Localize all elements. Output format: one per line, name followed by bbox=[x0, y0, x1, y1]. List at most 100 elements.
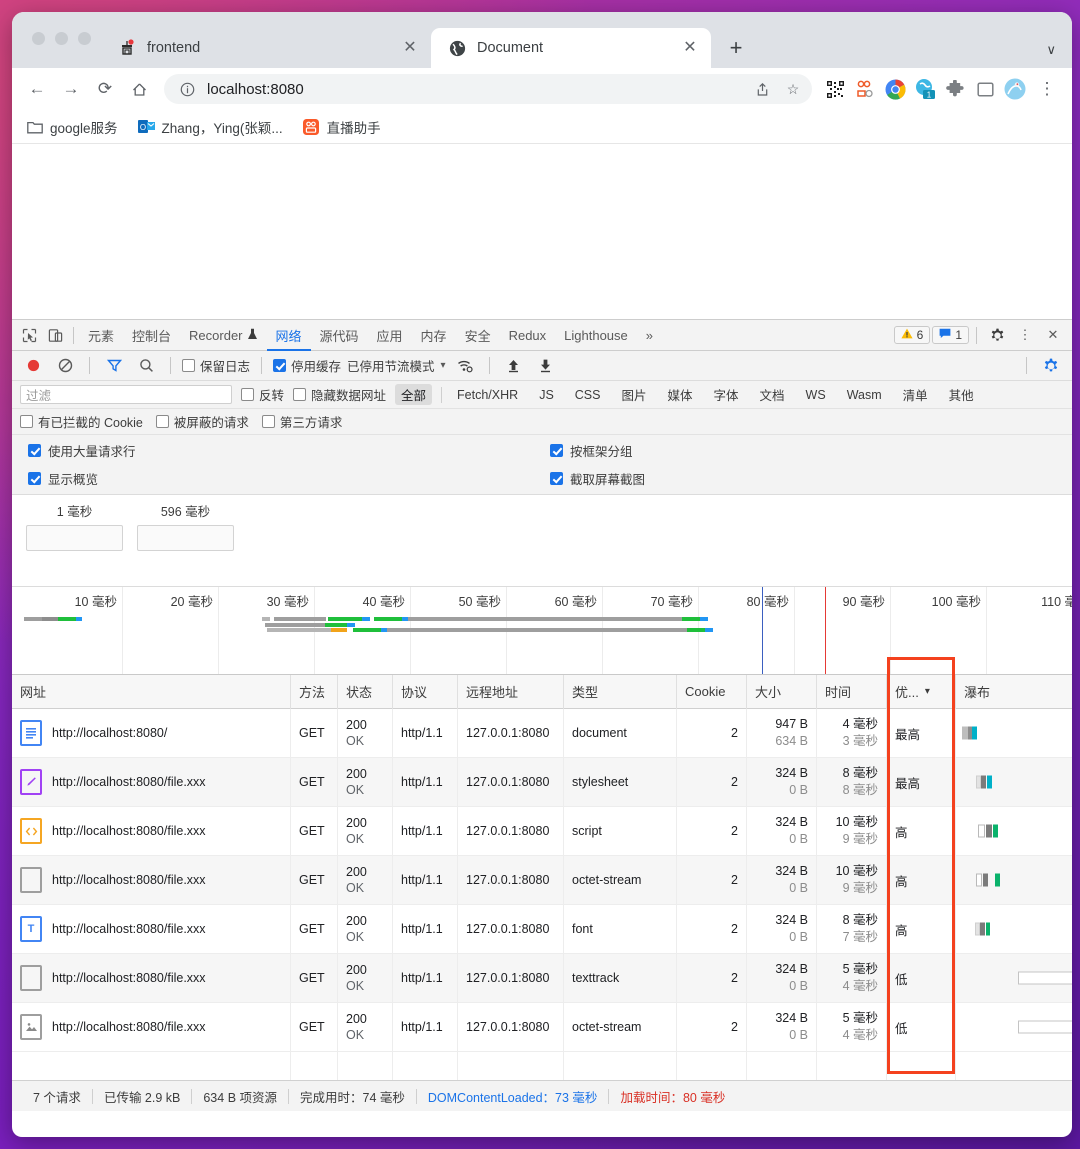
close-tab-icon[interactable]: ✕ bbox=[401, 39, 419, 57]
big-request-rows-checkbox[interactable]: 使用大量请求行 bbox=[28, 441, 542, 460]
sort-caret-icon[interactable]: ▾ bbox=[925, 686, 930, 697]
third-party-requests-checkbox[interactable]: 第三方请求 bbox=[261, 412, 342, 431]
devtools-more-icon[interactable]: ⋮ bbox=[1012, 322, 1038, 348]
column-header-cookie[interactable]: Cookie bbox=[677, 674, 747, 709]
cell-url[interactable]: http://localhost:8080/ bbox=[12, 709, 291, 757]
cell-waterfall[interactable] bbox=[956, 709, 1072, 757]
address-bar[interactable]: localhost:8080 ☆ bbox=[164, 74, 812, 104]
badge-extension-icon[interactable]: 1 bbox=[912, 76, 938, 102]
cell-url[interactable]: http://localhost:8080/file.xxx bbox=[12, 807, 291, 855]
filmstrip-frame[interactable]: 596 毫秒 bbox=[137, 501, 234, 551]
tab-search-caret-icon[interactable]: ∨ bbox=[1046, 42, 1056, 58]
upload-icon[interactable] bbox=[501, 353, 527, 379]
frame-thumbnail[interactable] bbox=[137, 525, 234, 551]
message-count-badge[interactable]: 1 bbox=[932, 326, 969, 344]
download-icon[interactable] bbox=[533, 353, 559, 379]
wifi-settings-icon[interactable] bbox=[452, 353, 478, 379]
bookmark-outlook-contact[interactable]: O Zhang，Ying(张颖... bbox=[137, 117, 283, 137]
table-row[interactable]: http://localhost:8080/file.xxx GET 200 OK… bbox=[12, 807, 1072, 856]
inspect-element-icon[interactable] bbox=[16, 322, 42, 348]
filter-type-ws[interactable]: WS bbox=[800, 387, 832, 403]
search-icon[interactable] bbox=[133, 353, 159, 379]
filter-type-wasm[interactable]: Wasm bbox=[841, 387, 888, 403]
table-row[interactable]: http://localhost:8080/file.xxx GET 200 OK… bbox=[12, 1003, 1072, 1052]
network-settings-gear-icon[interactable] bbox=[1038, 353, 1064, 379]
filter-type-css[interactable]: CSS bbox=[569, 387, 607, 403]
filter-type-media[interactable]: 媒体 bbox=[662, 384, 699, 405]
cell-waterfall[interactable] bbox=[956, 1003, 1072, 1051]
devtools-tab-sources[interactable]: 源代码 bbox=[311, 320, 368, 351]
column-header-size[interactable]: 大小 bbox=[747, 674, 817, 709]
browser-menu-icon[interactable]: ⋮ bbox=[1032, 74, 1062, 104]
column-header-remote-address[interactable]: 远程地址 bbox=[458, 674, 564, 709]
table-row[interactable]: T http://localhost:8080/file.xxx GET 200… bbox=[12, 905, 1072, 954]
share-icon[interactable] bbox=[751, 78, 773, 100]
screen-recorder-extension-icon[interactable] bbox=[852, 76, 878, 102]
invert-filter-checkbox[interactable]: 反转 bbox=[241, 385, 284, 404]
column-header-status[interactable]: 状态 bbox=[338, 674, 393, 709]
column-header-protocol[interactable]: 协议 bbox=[393, 674, 458, 709]
devtools-tab-elements[interactable]: 元素 bbox=[79, 320, 123, 351]
network-overview[interactable]: 10 毫秒 20 毫秒 30 毫秒 40 毫秒 50 毫秒 60 毫秒 70 毫… bbox=[12, 587, 1072, 675]
cell-waterfall[interactable] bbox=[956, 905, 1072, 953]
devtools-tab-recorder[interactable]: Recorder bbox=[180, 320, 266, 351]
devtools-close-icon[interactable]: ✕ bbox=[1040, 322, 1066, 348]
column-header-time[interactable]: 时间 bbox=[817, 674, 887, 709]
blocked-cookies-checkbox[interactable]: 有已拦截的 Cookie bbox=[20, 412, 143, 431]
filter-type-js[interactable]: JS bbox=[533, 387, 560, 403]
record-icon[interactable] bbox=[20, 353, 46, 379]
table-row[interactable]: http://localhost:8080/file.xxx GET 200 OK… bbox=[12, 758, 1072, 807]
cell-waterfall[interactable] bbox=[956, 758, 1072, 806]
table-row[interactable]: http://localhost:8080/file.xxx GET 200 OK… bbox=[12, 954, 1072, 1003]
browser-tab-frontend[interactable]: frontend ✕ bbox=[101, 28, 431, 68]
filter-type-img[interactable]: 图片 bbox=[615, 384, 652, 405]
frame-thumbnail[interactable] bbox=[26, 525, 123, 551]
minimize-window-button[interactable] bbox=[55, 31, 68, 45]
disable-cache-checkbox[interactable]: 停用缓存 bbox=[273, 356, 341, 375]
devtools-tab-network[interactable]: 网络 bbox=[267, 320, 311, 351]
column-header-priority[interactable]: 优... ▾ bbox=[887, 674, 956, 709]
forward-button[interactable]: → bbox=[56, 74, 86, 104]
filmstrip-frame[interactable]: 1 毫秒 bbox=[26, 501, 123, 551]
close-window-button[interactable] bbox=[32, 31, 45, 45]
bookmark-live-assistant[interactable]: 直播助手 bbox=[303, 117, 381, 137]
hide-data-urls-checkbox[interactable]: 隐藏数据网址 bbox=[293, 385, 386, 404]
cell-url[interactable]: http://localhost:8080/file.xxx bbox=[12, 758, 291, 806]
filter-type-other[interactable]: 其他 bbox=[943, 384, 980, 405]
bookmark-star-icon[interactable]: ☆ bbox=[782, 78, 804, 100]
cell-url[interactable]: http://localhost:8080/file.xxx bbox=[12, 954, 291, 1002]
back-button[interactable]: ← bbox=[22, 74, 52, 104]
site-info-icon[interactable] bbox=[176, 78, 198, 100]
side-panel-icon[interactable] bbox=[972, 76, 998, 102]
chrome-extension-icon[interactable] bbox=[882, 76, 908, 102]
browser-tab-document[interactable]: Document ✕ bbox=[431, 28, 711, 68]
filter-type-doc[interactable]: 文档 bbox=[754, 384, 791, 405]
preserve-log-checkbox[interactable]: 保留日志 bbox=[182, 356, 250, 375]
filter-input[interactable]: 过滤 bbox=[20, 385, 232, 404]
column-header-url[interactable]: 网址 bbox=[12, 674, 291, 709]
funnel-icon[interactable] bbox=[101, 353, 127, 379]
cell-url[interactable]: http://localhost:8080/file.xxx bbox=[12, 856, 291, 904]
cell-url[interactable]: http://localhost:8080/file.xxx bbox=[12, 1003, 291, 1051]
maximize-window-button[interactable] bbox=[78, 31, 91, 45]
puzzle-extensions-icon[interactable] bbox=[942, 76, 968, 102]
profile-avatar[interactable] bbox=[1002, 76, 1028, 102]
column-header-waterfall[interactable]: 瀑布 bbox=[956, 675, 1072, 709]
close-tab-icon[interactable]: ✕ bbox=[681, 39, 699, 57]
clear-icon[interactable] bbox=[52, 353, 78, 379]
devtools-tab-redux[interactable]: Redux bbox=[500, 320, 556, 351]
show-overview-checkbox[interactable]: 显示概览 bbox=[28, 469, 542, 488]
devtools-tab-console[interactable]: 控制台 bbox=[123, 320, 180, 351]
devtools-tab-security[interactable]: 安全 bbox=[456, 320, 500, 351]
device-toolbar-icon[interactable] bbox=[42, 322, 68, 348]
chevron-down-icon[interactable]: ▾ bbox=[441, 360, 446, 371]
filter-type-fetch-xhr[interactable]: Fetch/XHR bbox=[451, 387, 524, 403]
filter-type-all[interactable]: 全部 bbox=[395, 384, 433, 405]
group-by-frame-checkbox[interactable]: 按框架分组 bbox=[550, 441, 1064, 460]
devtools-tab-memory[interactable]: 内存 bbox=[412, 320, 456, 351]
table-row[interactable]: http://localhost:8080/ GET 200 OK http/1… bbox=[12, 709, 1072, 758]
column-header-method[interactable]: 方法 bbox=[291, 674, 338, 709]
devtools-tab-application[interactable]: 应用 bbox=[368, 320, 412, 351]
devtools-tab-lighthouse[interactable]: Lighthouse bbox=[555, 320, 637, 351]
warning-count-badge[interactable]: 6 bbox=[893, 326, 931, 344]
